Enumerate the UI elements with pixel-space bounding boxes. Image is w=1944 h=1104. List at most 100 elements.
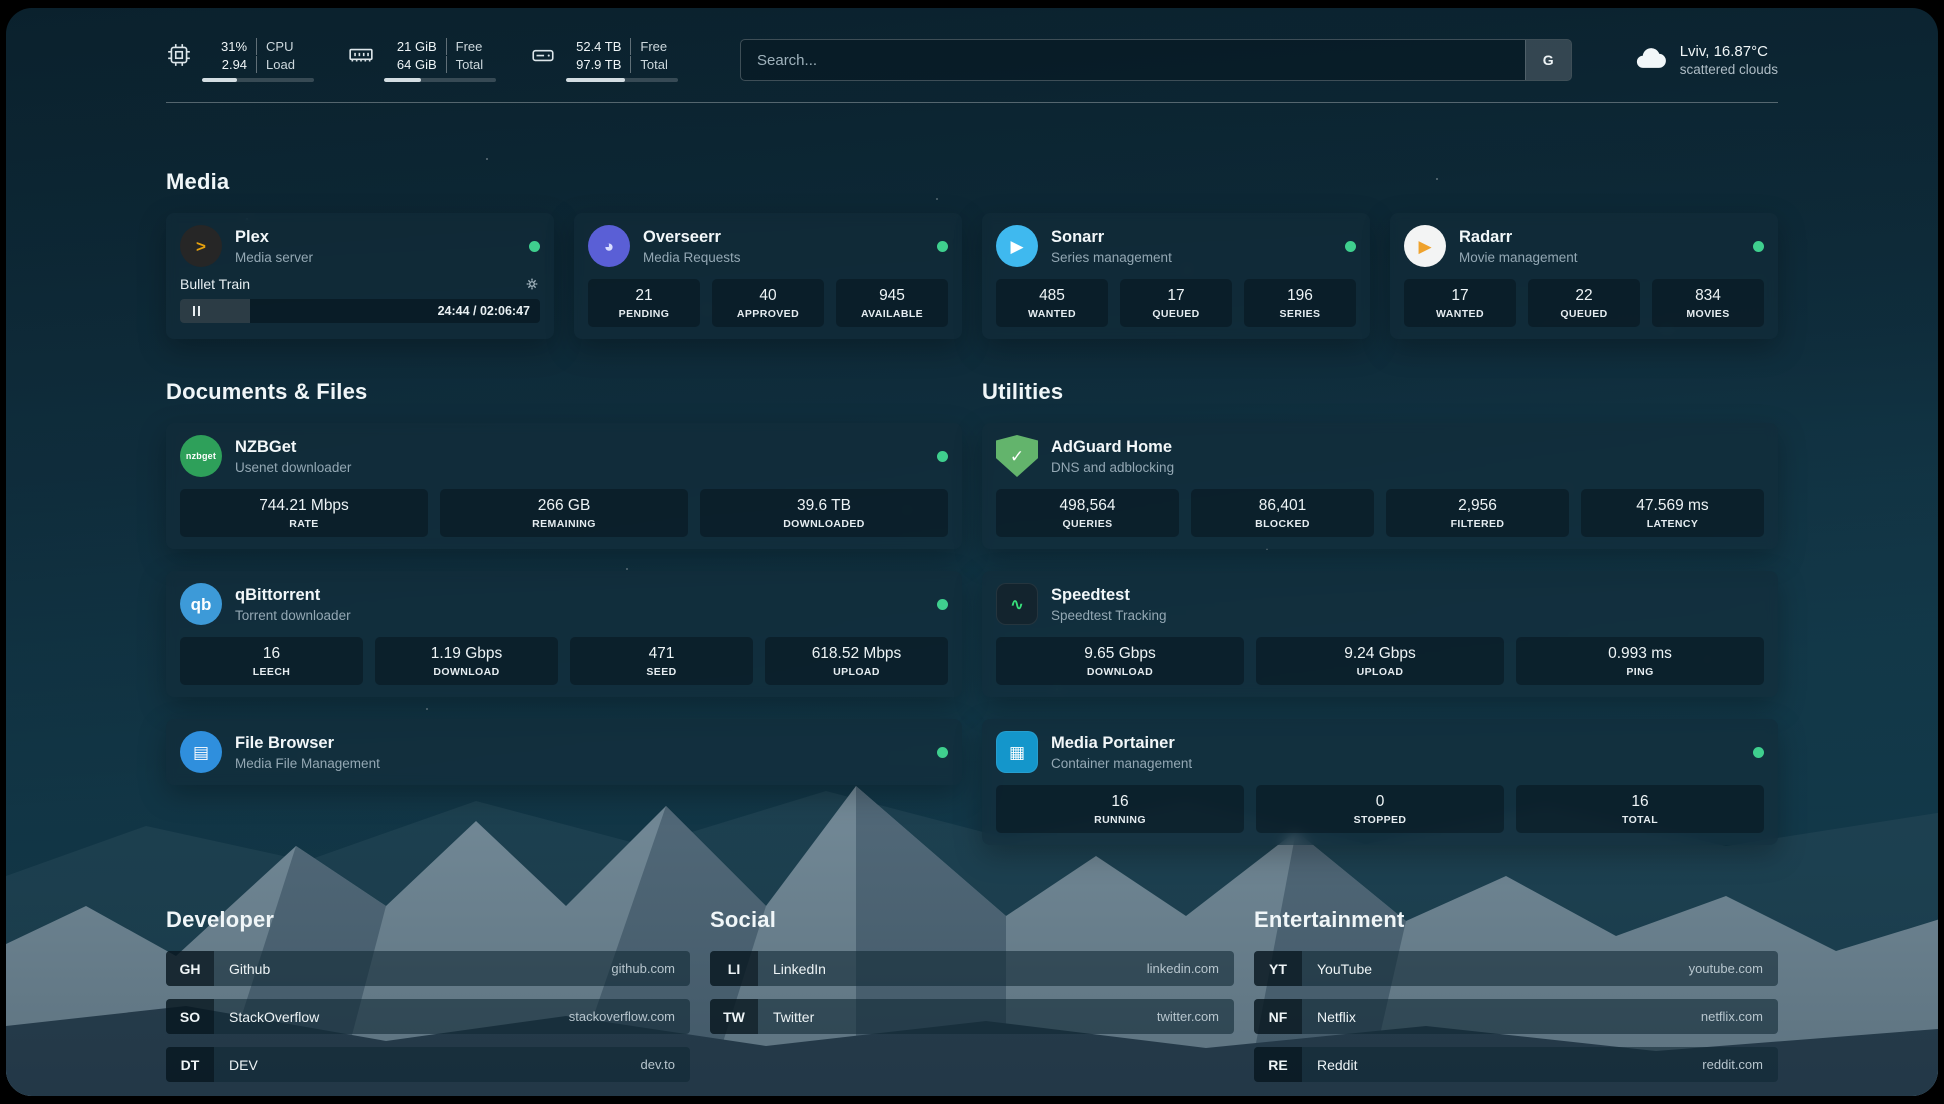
stat-label: TOTAL [1520,814,1760,826]
service-card-filebrowser[interactable]: ▤File BrowserMedia File Management [166,719,962,785]
bookmark-abbr: SO [166,999,214,1034]
service-card-radarr[interactable]: ▶RadarrMovie management17WANTED22QUEUED8… [1390,213,1778,339]
stat-queued: 22QUEUED [1528,279,1640,327]
service-card-sonarr[interactable]: ▶SonarrSeries management485WANTED17QUEUE… [982,213,1370,339]
service-stats: 17WANTED22QUEUED834MOVIES [1404,279,1764,327]
bookmark-twitter[interactable]: TWTwittertwitter.com [710,999,1234,1034]
stat-value: 40 [716,287,820,305]
bookmark-reddit[interactable]: RERedditreddit.com [1254,1047,1778,1082]
bookmark-dev[interactable]: DTDEVdev.to [166,1047,690,1082]
weather-widget[interactable]: Lviv, 16.87°C scattered clouds [1634,43,1778,77]
stat-value: 498,564 [1000,497,1175,515]
top-bar: 31% CPU 2.94 Load [166,8,1778,82]
service-card-speedtest[interactable]: ∿SpeedtestSpeedtest Tracking9.65 GbpsDOW… [982,571,1778,697]
entertainment-bookmarks: YTYouTubeyoutube.com NFNetflixnetflix.com… [1254,951,1778,1082]
section-documents: Documents & Files nzbgetNZBGetUsenet dow… [166,379,962,785]
now-playing-row: Bullet Train [180,276,540,292]
documents-cards-column: nzbgetNZBGetUsenet downloader744.21 Mbps… [166,423,962,785]
service-meta: PlexMedia server [235,228,516,265]
speedtest-icon: ∿ [996,583,1038,625]
stat-label: DOWNLOAD [1000,666,1240,678]
service-meta: AdGuard HomeDNS and adblocking [1051,438,1764,475]
service-name: Media Portainer [1051,734,1740,753]
bookmark-github[interactable]: GHGithubgithub.com [166,951,690,986]
stat-label: FILTERED [1390,518,1565,530]
section-developer: Developer GHGithubgithub.comSOStackOverf… [166,907,690,1082]
cpu-usage-label: CPU [256,38,314,55]
media-cards-grid: > PlexMedia server Bullet Train 24:44 / 02:… [166,213,1778,339]
service-card-portainer[interactable]: ▦Media PortainerContainer management16RU… [982,719,1778,845]
stat-value: 471 [574,645,749,663]
bookmark-abbr: YT [1254,951,1302,986]
service-description: Media File Management [235,756,924,771]
weather-text: Lviv, 16.87°C scattered clouds [1680,43,1778,77]
bookmark-youtube[interactable]: YTYouTubeyoutube.com [1254,951,1778,986]
icon-glyph: ◕ [604,238,614,255]
stat-available: 945AVAILABLE [836,279,948,327]
service-name: Radarr [1459,228,1740,247]
portainer-icon: ▦ [996,731,1038,773]
cpu-icon [166,42,192,68]
service-card-adguard[interactable]: ✓AdGuard HomeDNS and adblocking498,564QU… [982,423,1778,549]
memory-free-value: 21 GiB [384,38,446,55]
stat-upload: 9.24 GbpsUPLOAD [1256,637,1504,685]
service-card-plex[interactable]: > PlexMedia server Bullet Train 24:44 / 02:… [166,213,554,339]
stat-movies: 834MOVIES [1652,279,1764,327]
cpu-load-label: Load [256,56,314,73]
service-card-qbittorrent[interactable]: qbqBittorrentTorrent downloader16LEECH1.… [166,571,962,697]
stat-label: RATE [184,518,424,530]
bookmark-url: github.com [611,951,690,986]
service-description: Container management [1051,756,1740,771]
bookmark-url: twitter.com [1157,999,1234,1034]
stat-download: 9.65 GbpsDOWNLOAD [996,637,1244,685]
bookmark-abbr: GH [166,951,214,986]
bookmark-stackoverflow[interactable]: SOStackOverflowstackoverflow.com [166,999,690,1034]
stat-upload: 618.52 MbpsUPLOAD [765,637,948,685]
stat-value: 21 [592,287,696,305]
cpu-monitor: 31% CPU 2.94 Load [166,38,314,82]
search-bar[interactable]: G [740,39,1572,81]
settings-gear-icon[interactable] [524,276,540,292]
status-online-dot [1753,747,1764,758]
stat-value: 22 [1532,287,1636,305]
disk-free-value: 52.4 TB [566,38,630,55]
stat-remaining: 266 GBREMAINING [440,489,688,537]
bookmark-name: DEV [214,1047,273,1082]
service-stats: 16LEECH1.19 GbpsDOWNLOAD471SEED618.52 Mb… [180,637,948,685]
section-social: Social LILinkedInlinkedin.comTWTwittertw… [710,907,1234,1082]
service-meta: qBittorrentTorrent downloader [235,586,924,623]
service-meta: Media Portainer Container management [1051,734,1740,771]
section-title-entertainment: Entertainment [1254,907,1778,933]
status-online-dot [1753,241,1764,252]
search-provider-button[interactable]: G [1525,40,1571,80]
stat-label: SEED [574,666,749,678]
bookmark-linkedin[interactable]: LILinkedInlinkedin.com [710,951,1234,986]
section-title-media: Media [166,169,1778,195]
section-title-social: Social [710,907,1234,933]
memory-total-value: 64 GiB [384,56,446,73]
service-stats: 744.21 MbpsRATE266 GBREMAINING39.6 TBDOW… [180,489,948,537]
stat-label: STOPPED [1260,814,1500,826]
stat-wanted: 485WANTED [996,279,1108,327]
stat-label: REMAINING [444,518,684,530]
pause-button[interactable] [180,299,212,323]
icon-glyph: > [196,238,206,255]
bookmark-netflix[interactable]: NFNetflixnetflix.com [1254,999,1778,1034]
section-utilities: Utilities ✓AdGuard HomeDNS and adblockin… [982,379,1778,845]
stat-series: 196SERIES [1244,279,1356,327]
icon-glyph: ✓ [1010,448,1024,465]
stat-label: DOWNLOAD [379,666,554,678]
service-card-overseerr[interactable]: ◕OverseerrMedia Requests21PENDING40APPRO… [574,213,962,339]
stat-downloaded: 39.6 TBDOWNLOADED [700,489,948,537]
playback-progress-bar[interactable]: 24:44 / 02:06:47 [180,299,540,323]
stat-label: BLOCKED [1195,518,1370,530]
stat-value: 196 [1248,287,1352,305]
stat-value: 0 [1260,793,1500,811]
service-card-nzbget[interactable]: nzbgetNZBGetUsenet downloader744.21 Mbps… [166,423,962,549]
sonarr-icon: ▶ [996,225,1038,267]
search-input[interactable] [741,40,1525,80]
stat-label: PING [1520,666,1760,678]
utilities-cards-column: ✓AdGuard HomeDNS and adblocking498,564QU… [982,423,1778,845]
stat-value: 0.993 ms [1520,645,1760,663]
bookmark-name: Twitter [758,999,829,1034]
